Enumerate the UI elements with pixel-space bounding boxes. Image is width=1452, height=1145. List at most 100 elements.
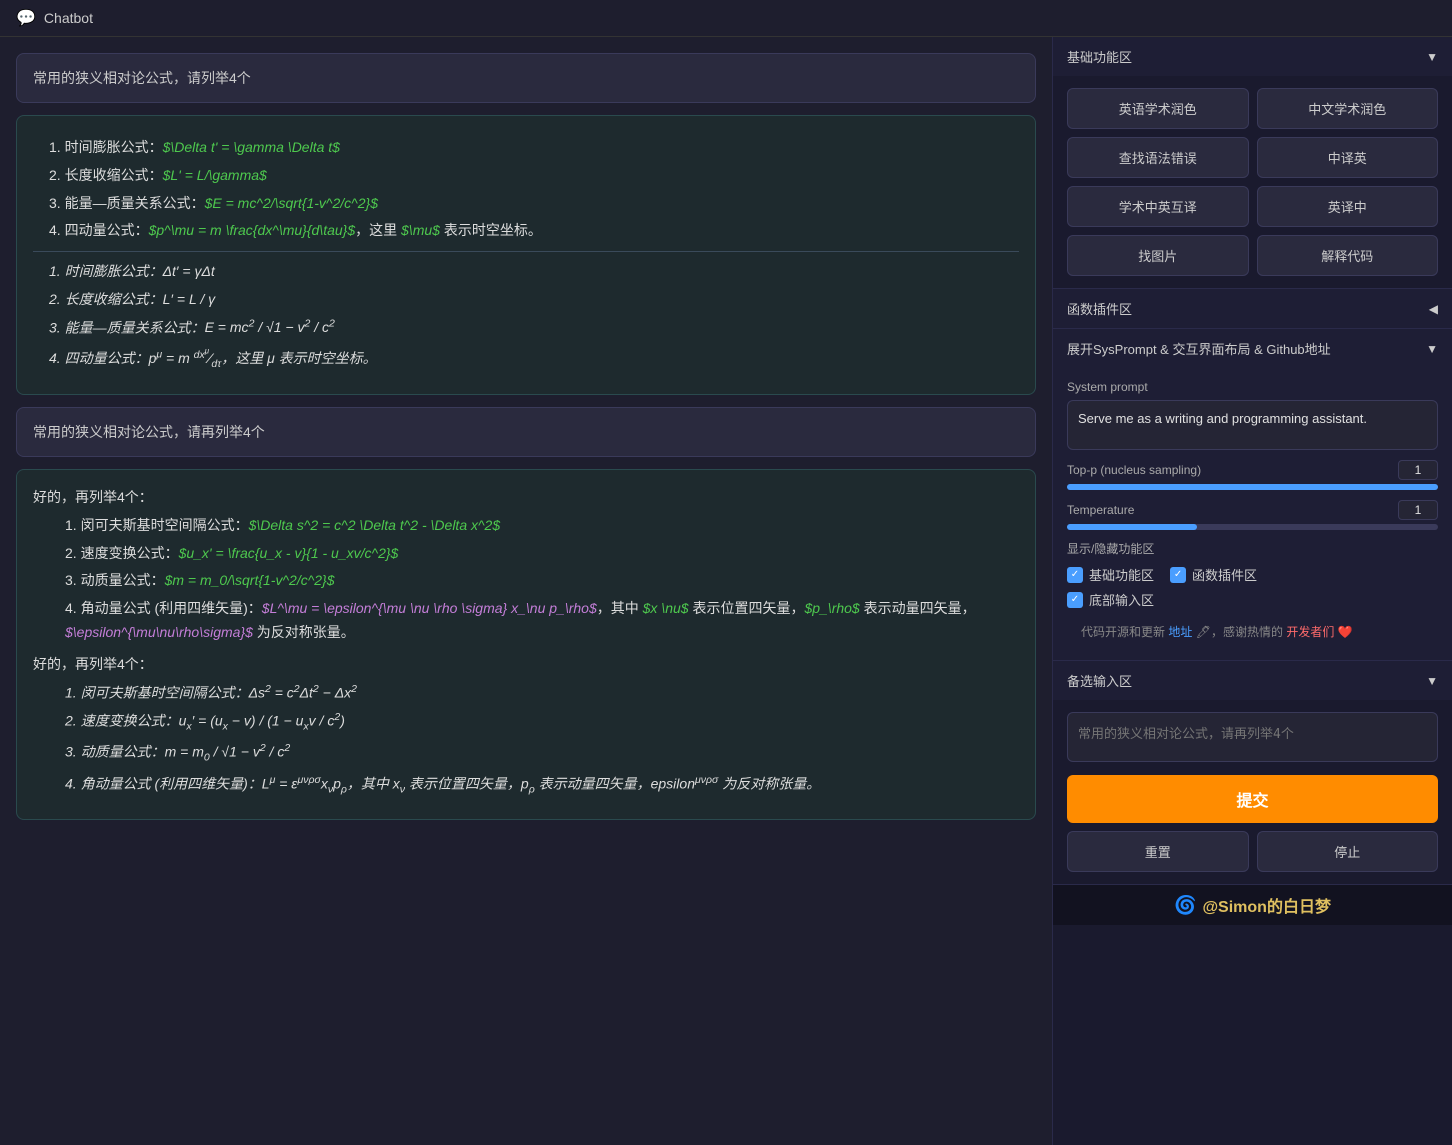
user-message-1-text: 常用的狭义相对论公式，请列举4个 [33, 70, 251, 86]
checkbox-basic[interactable]: ✓ 基础功能区 [1067, 565, 1154, 584]
formula-item-2-rendered: 2. 长度收缩公式：L′ = L / γ [49, 288, 1019, 312]
formula-3-rendered: E = mc2 / √1 − v2 / c2 [205, 319, 335, 335]
weibo-icon: 🌀 [1174, 895, 1196, 916]
checkbox-basic-box: ✓ [1067, 567, 1083, 583]
plugin-arrow: ◀ [1429, 302, 1438, 316]
formula-2-latex: $L' = L/\gamma$ [163, 167, 267, 183]
btn-zh-to-en[interactable]: 中译英 [1257, 137, 1439, 178]
formula-list-rendered: 1. 时间膨胀公式：Δt′ = γΔt 2. 长度收缩公式：L′ = L / γ… [33, 260, 1019, 374]
sys-prompt-label: System prompt [1067, 380, 1438, 394]
btn-explain-code[interactable]: 解释代码 [1257, 235, 1439, 276]
checkbox-plugin[interactable]: ✓ 函数插件区 [1170, 565, 1257, 584]
checkbox-plugin-box: ✓ [1170, 567, 1186, 583]
sys-prompt-arrow: ▼ [1426, 342, 1438, 356]
watermark-text: @Simon的白日梦 [1202, 893, 1331, 917]
app-header: 💬 Chatbot [0, 0, 1452, 37]
sys-prompt-value[interactable]: Serve me as a writing and programming as… [1067, 400, 1438, 450]
show-hide-section: 显示/隐藏功能区 ✓ 基础功能区 ✓ 函数插件区 ✓ [1067, 540, 1438, 609]
temperature-slider-fill [1067, 524, 1197, 530]
chatbot-icon: 💬 [16, 8, 36, 28]
formula-list-2-raw: 1. 闵可夫斯基时空间隔公式：$\Delta s^2 = c^2 \Delta … [49, 514, 1019, 645]
basic-functions-section: 基础功能区 ▼ 英语学术润色 中文学术润色 查找语法错误 中译英 学术中英互译 … [1053, 37, 1452, 289]
basic-functions-arrow: ▼ [1426, 50, 1438, 64]
app-title: Chatbot [44, 10, 93, 26]
checkbox-basic-label: 基础功能区 [1089, 565, 1154, 584]
divider-1 [33, 251, 1019, 252]
formula2-4-p: $p_\rho$ [804, 600, 859, 616]
formula-2-rendered: L′ = L / γ [163, 291, 216, 307]
formula2-4-latex: $L^\mu = \epsilon^{\mu \nu \rho \sigma} … [262, 600, 597, 616]
btn-en-academic[interactable]: 英语学术润色 [1067, 88, 1249, 129]
temperature-value[interactable]: 1 [1398, 500, 1438, 520]
formula-4-mu: $\mu$ [401, 222, 440, 238]
stop-button[interactable]: 停止 [1257, 831, 1439, 872]
temperature-row: Temperature 1 [1067, 500, 1438, 520]
formula2-item-3-raw: 3. 动质量公式：$m = m_0/\sqrt{1-v^2/c^2}$ [65, 569, 1019, 593]
reply-intro-2: 好的，再列举4个： [33, 653, 1019, 677]
top-p-slider[interactable] [1067, 484, 1438, 490]
formula-item-4-raw: 4. 四动量公式：$p^\mu = m \frac{dx^\mu}{d\tau}… [49, 219, 1019, 243]
checkbox-bottom-input[interactable]: ✓ 底部输入区 [1067, 590, 1154, 609]
submit-button[interactable]: 提交 [1067, 775, 1438, 823]
backup-input-section: 备选输入区 ▼ 提交 重置 停止 [1053, 661, 1452, 885]
formula-item-3-raw: 3. 能量—质量关系公式：$E = mc^2/\sqrt{1-v^2/c^2}$ [49, 192, 1019, 216]
formula2-2-latex: $u_x' = \frac{u_x - v}{1 - u_xv/c^2}$ [179, 545, 399, 561]
sidebar: 基础功能区 ▼ 英语学术润色 中文学术润色 查找语法错误 中译英 学术中英互译 … [1052, 37, 1452, 1145]
plugin-section-title: 函数插件区 [1067, 299, 1132, 318]
btn-find-image[interactable]: 找图片 [1067, 235, 1249, 276]
top-p-value[interactable]: 1 [1398, 460, 1438, 480]
backup-input-title: 备选输入区 [1067, 671, 1132, 690]
contrib-link[interactable]: 开发者们 [1286, 625, 1334, 639]
user-message-1: 常用的狭义相对论公式，请列举4个 [16, 53, 1036, 103]
btn-en-to-zh[interactable]: 英译中 [1257, 186, 1439, 227]
formula-list-2-rendered: 1. 闵可夫斯基时空间隔公式：Δs2 = c2Δt2 − Δx2 2. 速度变换… [49, 681, 1019, 799]
backup-input-arrow: ▼ [1426, 674, 1438, 688]
btn-zh-academic[interactable]: 中文学术润色 [1257, 88, 1439, 129]
main-layout: 常用的狭义相对论公式，请列举4个 1. 时间膨胀公式：$\Delta t' = … [0, 37, 1452, 1145]
reset-button[interactable]: 重置 [1067, 831, 1249, 872]
sys-prompt-content: System prompt Serve me as a writing and … [1053, 368, 1452, 660]
checkbox-bottom-label: 底部输入区 [1089, 590, 1154, 609]
sys-prompt-header[interactable]: 展开SysPrompt & 交互界面布局 & Github地址 ▼ [1053, 329, 1452, 368]
formula-item-3-rendered: 3. 能量—质量关系公式：E = mc2 / √1 − v2 / c2 [49, 316, 1019, 340]
source-middle: 🖊，感谢热情的 [1196, 625, 1283, 639]
chat-panel: 常用的狭义相对论公式，请列举4个 1. 时间膨胀公式：$\Delta t' = … [0, 37, 1052, 1145]
top-p-row: Top-p (nucleus sampling) 1 [1067, 460, 1438, 480]
backup-textarea[interactable] [1067, 712, 1438, 762]
checkbox-plugin-label: 函数插件区 [1192, 565, 1257, 584]
assistant-message-1: 1. 时间膨胀公式：$\Delta t' = \gamma \Delta t$ … [16, 115, 1036, 395]
basic-functions-header[interactable]: 基础功能区 ▼ [1053, 37, 1452, 76]
basic-functions-title: 基础功能区 [1067, 47, 1132, 66]
backup-input-header[interactable]: 备选输入区 ▼ [1053, 661, 1452, 700]
formula2-3-latex: $m = m_0/\sqrt{1-v^2/c^2}$ [165, 572, 335, 588]
btn-grammar-check[interactable]: 查找语法错误 [1067, 137, 1249, 178]
formula2-item-4-raw: 4. 角动量公式 (利用四维矢量)：$L^\mu = \epsilon^{\mu… [65, 597, 1019, 645]
top-p-label: Top-p (nucleus sampling) [1067, 463, 1201, 477]
formula-1-latex: $\Delta t' = \gamma \Delta t$ [163, 139, 340, 155]
source-link[interactable]: 地址 [1168, 625, 1192, 639]
btn-academic-translate[interactable]: 学术中英互译 [1067, 186, 1249, 227]
basic-functions-grid: 英语学术润色 中文学术润色 查找语法错误 中译英 学术中英互译 英译中 找图片 … [1053, 76, 1452, 288]
checkbox-bottom-box: ✓ [1067, 592, 1083, 608]
sys-prompt-title: 展开SysPrompt & 交互界面布局 & Github地址 [1067, 339, 1331, 358]
watermark-bar: 🌀 @Simon的白日梦 [1053, 885, 1452, 925]
bottom-actions: 重置 停止 [1067, 831, 1438, 872]
formula-4-latex: $p^\mu = m \frac{dx^\mu}{d\tau}$ [149, 222, 356, 238]
source-prefix: 代码开源和更新 [1081, 625, 1165, 639]
sys-prompt-section: 展开SysPrompt & 交互界面布局 & Github地址 ▼ System… [1053, 329, 1452, 661]
formula2-4-eps: $\epsilon^{\mu\nu\rho\sigma}$ [65, 624, 253, 640]
checkbox-row-2: ✓ 底部输入区 [1067, 590, 1438, 609]
top-p-slider-fill [1067, 484, 1438, 490]
formula2-item-4-rendered: 4. 角动量公式 (利用四维矢量)：Lμ = εμνρσxνpρ，其中 xν 表… [65, 772, 1019, 799]
user-message-2-text: 常用的狭义相对论公式，请再列举4个 [33, 424, 265, 440]
plugin-section-header[interactable]: 函数插件区 ◀ [1053, 289, 1452, 328]
formula-item-1-rendered: 1. 时间膨胀公式：Δt′ = γΔt [49, 260, 1019, 284]
backup-section-content: 提交 重置 停止 [1053, 700, 1452, 884]
formula-item-1-raw: 1. 时间膨胀公式：$\Delta t' = \gamma \Delta t$ [49, 136, 1019, 160]
temperature-slider[interactable] [1067, 524, 1438, 530]
formula2-item-1-rendered: 1. 闵可夫斯基时空间隔公式：Δs2 = c2Δt2 − Δx2 [65, 681, 1019, 705]
formula-3-latex: $E = mc^2/\sqrt{1-v^2/c^2}$ [205, 195, 378, 211]
formula-1-rendered: Δt′ = γΔt [163, 263, 215, 279]
formula-item-2-raw: 2. 长度收缩公式：$L' = L/\gamma$ [49, 164, 1019, 188]
checkbox-row-1: ✓ 基础功能区 ✓ 函数插件区 [1067, 565, 1438, 584]
